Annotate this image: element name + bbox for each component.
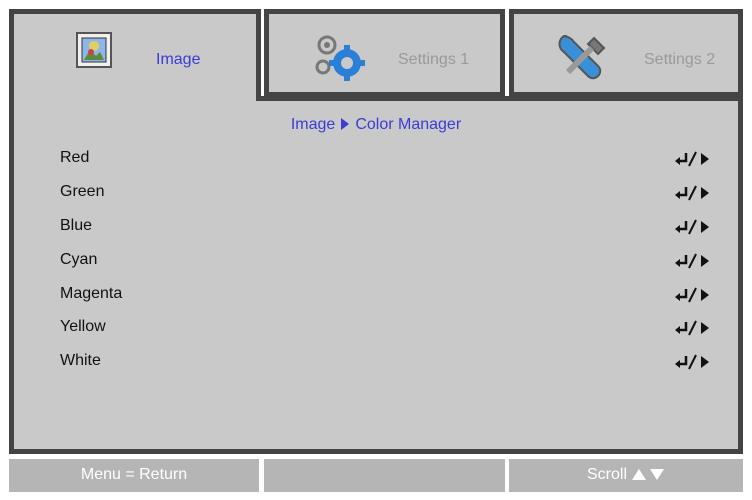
menu-item-label: Blue xyxy=(60,217,93,234)
breadcrumb: Image Color Manager xyxy=(0,116,752,134)
menu-item-yellow[interactable]: Yellow xyxy=(60,316,720,340)
footer-menu-return: Menu = Return xyxy=(9,459,259,492)
enter-arrow-icon xyxy=(675,185,709,201)
enter-arrow-icon xyxy=(675,320,709,336)
tools-icon xyxy=(554,30,610,91)
enter-arrow-icon xyxy=(675,253,709,269)
footer-scroll-group: Scroll xyxy=(509,466,743,484)
footer-scroll: Scroll xyxy=(509,459,743,492)
scroll-up-down-icon xyxy=(632,469,664,480)
menu-item-cyan[interactable]: Cyan xyxy=(60,249,720,273)
tab-settings-1-label: Settings 1 xyxy=(398,51,470,68)
active-tab-connector xyxy=(14,96,256,106)
gears-icon xyxy=(309,31,369,88)
enter-arrow-icon xyxy=(675,287,709,303)
enter-arrow-icon xyxy=(675,354,709,370)
menu-item-label: Green xyxy=(60,183,105,200)
enter-arrow-icon xyxy=(675,151,709,167)
image-icon xyxy=(76,32,112,73)
breadcrumb-parent: Image xyxy=(290,116,336,133)
menu-item-magenta[interactable]: Magenta xyxy=(60,283,720,307)
tab-settings-1[interactable]: Settings 1 xyxy=(264,9,505,97)
menu-item-label: White xyxy=(60,352,101,369)
footer-middle xyxy=(264,459,505,492)
menu-item-green[interactable]: Green xyxy=(60,181,720,205)
breadcrumb-current: Color Manager xyxy=(355,116,462,133)
menu-item-label: Yellow xyxy=(60,318,106,335)
menu-item-label: Magenta xyxy=(60,285,123,302)
tab-settings-2[interactable]: Settings 2 xyxy=(509,9,743,97)
tab-image-label: Image xyxy=(156,51,201,68)
menu-item-label: Cyan xyxy=(60,251,98,268)
footer-left-text: Menu = Return xyxy=(80,466,188,483)
tab-settings-2-label: Settings 2 xyxy=(644,51,716,68)
breadcrumb-arrow-icon xyxy=(341,118,350,130)
footer-right-text: Scroll xyxy=(586,466,627,483)
menu-item-red[interactable]: Red xyxy=(60,147,720,171)
enter-arrow-icon xyxy=(675,219,709,235)
menu-item-blue[interactable]: Blue xyxy=(60,215,720,239)
menu-item-white[interactable]: White xyxy=(60,350,720,374)
menu-item-label: Red xyxy=(60,149,90,166)
